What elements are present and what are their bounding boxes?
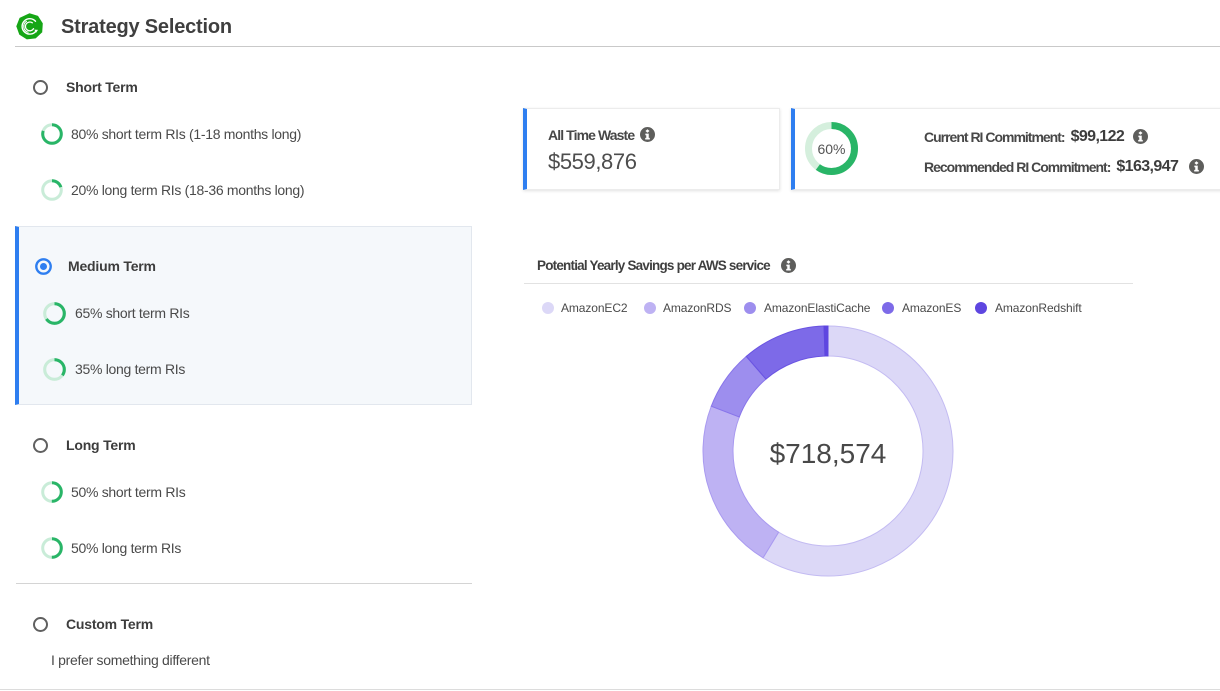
svg-text:60%: 60% (817, 141, 845, 157)
